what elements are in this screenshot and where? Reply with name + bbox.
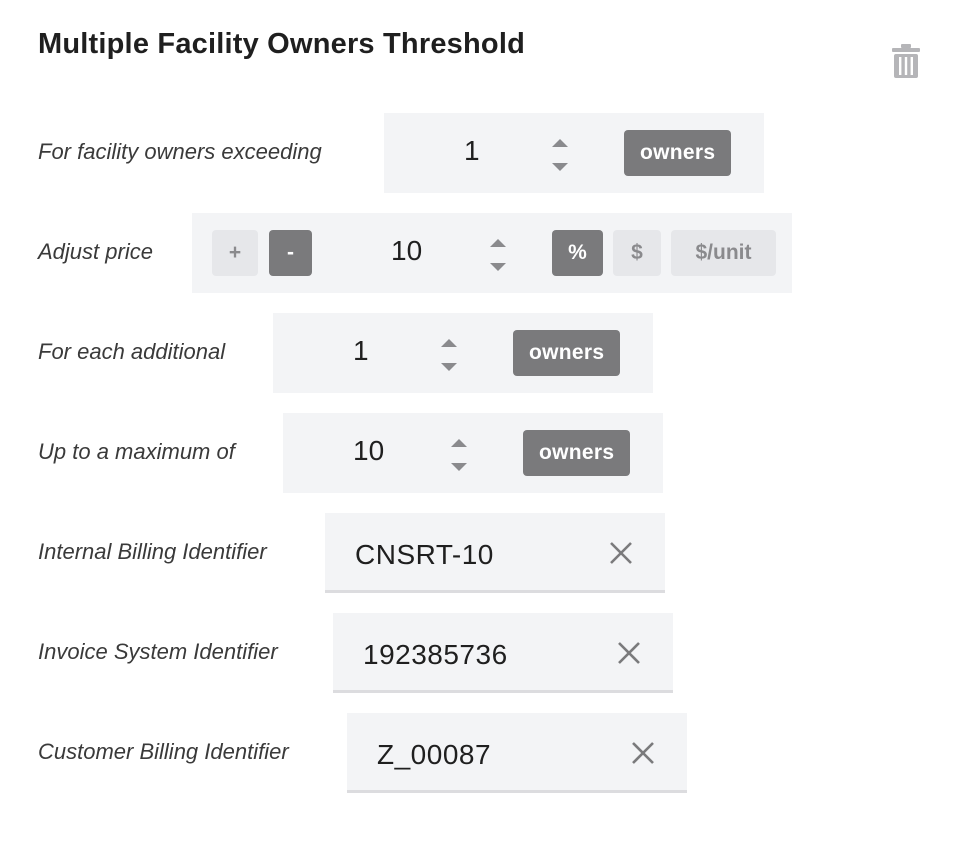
exceeding-value[interactable]: 1 xyxy=(464,135,480,167)
adjust-price-value[interactable]: 10 xyxy=(391,235,422,267)
customer-billing-field[interactable]: Z_00087 xyxy=(347,713,687,793)
maximum-unit-tag[interactable]: owners xyxy=(523,430,631,476)
customer-billing-label: Customer Billing Identifier xyxy=(38,739,289,764)
adjust-price-label: Adjust price xyxy=(38,239,153,264)
maximum-value[interactable]: 10 xyxy=(353,435,384,467)
additional-label: For each additional xyxy=(38,339,226,364)
exceeding-label: For facility owners exceeding xyxy=(38,139,322,164)
close-icon[interactable] xyxy=(617,641,641,665)
page-title: Multiple Facility Owners Threshold xyxy=(38,28,525,60)
close-icon[interactable] xyxy=(609,541,633,565)
customer-billing-value[interactable]: Z_00087 xyxy=(377,739,491,771)
close-icon[interactable] xyxy=(631,741,655,765)
internal-billing-field[interactable]: CNSRT-10 xyxy=(325,513,665,593)
invoice-system-field[interactable]: 192385736 xyxy=(333,613,673,693)
internal-billing-label: Internal Billing Identifier xyxy=(38,539,267,564)
trash-icon xyxy=(892,44,920,78)
spinner-arrows-icon[interactable] xyxy=(439,337,459,373)
additional-value[interactable]: 1 xyxy=(353,335,369,367)
invoice-system-value[interactable]: 192385736 xyxy=(363,639,508,671)
invoice-system-label: Invoice System Identifier xyxy=(38,639,278,664)
spinner-arrows-icon[interactable] xyxy=(488,237,508,273)
additional-stepper: 1 owners xyxy=(273,313,653,393)
spinner-arrows-icon[interactable] xyxy=(550,137,570,173)
delete-button[interactable] xyxy=(892,44,920,78)
maximum-label: Up to a maximum of xyxy=(38,439,235,464)
adjust-price-control: + - 10 % $ $/unit xyxy=(192,213,792,293)
internal-billing-value[interactable]: CNSRT-10 xyxy=(355,539,494,571)
additional-unit-tag[interactable]: owners xyxy=(513,330,621,376)
exceeding-unit-tag[interactable]: owners xyxy=(624,130,732,176)
maximum-stepper: 10 owners xyxy=(283,413,663,493)
dollar-button[interactable]: $ xyxy=(613,230,661,276)
percent-button[interactable]: % xyxy=(552,230,603,276)
exceeding-stepper: 1 owners xyxy=(384,113,764,193)
minus-button[interactable]: - xyxy=(269,230,312,276)
spinner-arrows-icon[interactable] xyxy=(449,437,469,473)
per-unit-button[interactable]: $/unit xyxy=(671,230,776,276)
plus-button[interactable]: + xyxy=(212,230,258,276)
